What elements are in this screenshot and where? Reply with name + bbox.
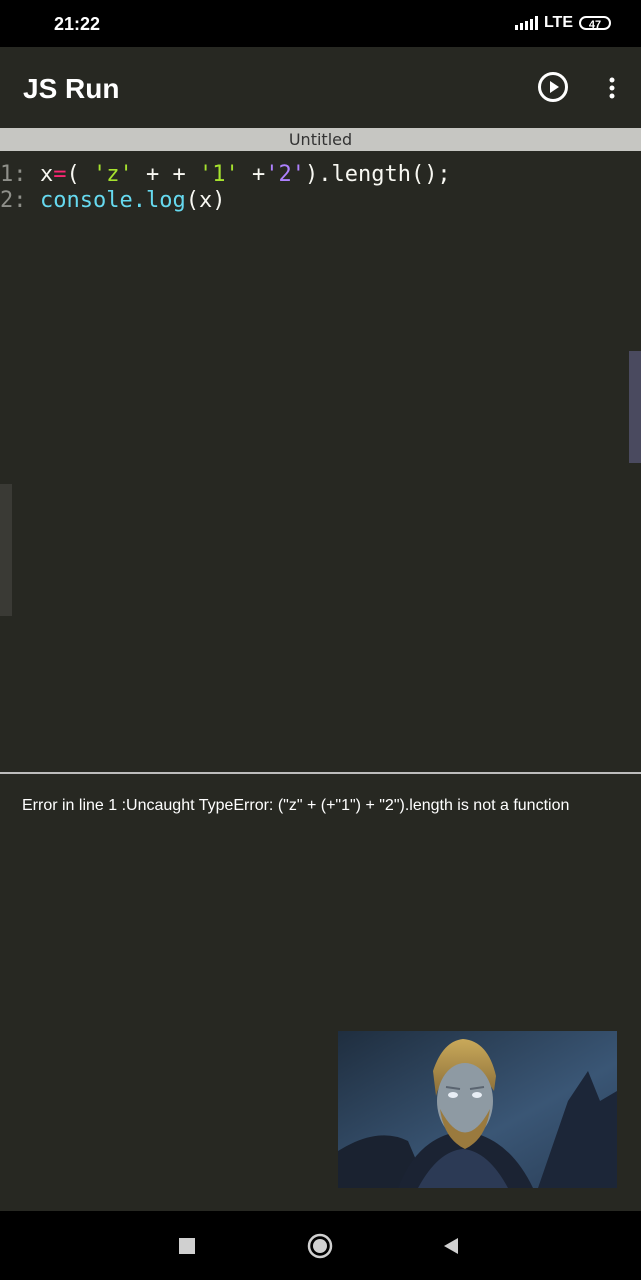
code-token: + — [238, 162, 266, 187]
code-token: = — [53, 162, 67, 187]
code-text: x=( 'z' + + '1' +'2').length(); — [40, 162, 451, 188]
code-token: (x) — [185, 188, 226, 213]
battery-icon: 47 — [579, 16, 611, 31]
code-token: ( — [66, 162, 93, 187]
line-number: 2: — [0, 188, 27, 213]
status-time: 21:22 — [54, 14, 101, 34]
triangle-back-icon[interactable] — [442, 1237, 460, 1255]
code-token: 'z' — [93, 162, 133, 187]
file-tab-label: Untitled — [288, 130, 353, 149]
video-thumbnail[interactable] — [338, 1031, 617, 1188]
code-line[interactable]: 2: console.log(x) — [0, 188, 225, 214]
network-type: LTE — [543, 14, 573, 31]
more-vert-icon[interactable] — [600, 73, 624, 103]
scrollbar-right[interactable] — [629, 351, 641, 463]
file-tab[interactable]: Untitled — [0, 128, 641, 151]
status-bar: 21:22 LTE 47 — [0, 0, 641, 47]
app-title: JS Run — [23, 73, 120, 104]
code-editor[interactable]: 1: x=( 'z' + + '1' +'2').length(); 2: conso… — [0, 151, 641, 771]
code-line[interactable]: 1: x=( 'z' + + '1' +'2').length(); — [0, 162, 451, 188]
status-indicators: LTE 47 — [514, 14, 611, 32]
code-token: '2' — [265, 162, 305, 187]
code-text: console.log(x) — [40, 188, 225, 214]
line-number: 1: — [0, 162, 27, 187]
play-circle-icon[interactable] — [537, 71, 569, 103]
code-token: '1' — [198, 162, 239, 187]
app-bar: JS Run — [0, 47, 641, 128]
code-token: x — [40, 162, 54, 187]
console-divider — [0, 772, 641, 774]
code-token: ).length(); — [304, 162, 451, 187]
circle-icon[interactable] — [307, 1233, 333, 1259]
square-icon[interactable] — [179, 1238, 195, 1254]
console-output: Error in line 1 :Uncaught TypeError: ("z… — [22, 797, 570, 814]
code-token: + + — [132, 162, 199, 187]
scrollbar-left[interactable] — [0, 484, 12, 616]
code-token: console.log — [40, 188, 186, 213]
system-nav-bar — [0, 1211, 641, 1280]
signal-icon — [514, 16, 538, 30]
